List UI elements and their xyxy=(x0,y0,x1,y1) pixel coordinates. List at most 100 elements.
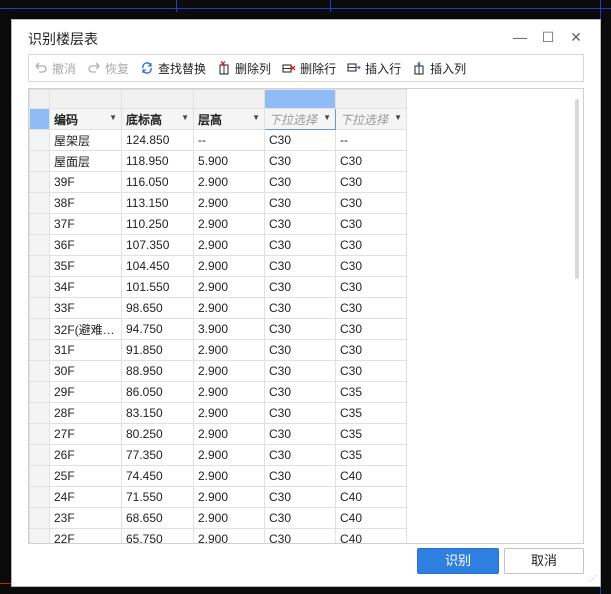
table-row[interactable]: 24F 71.550 2.900 C30 C40 xyxy=(29,486,407,508)
table-cell[interactable]: 5.900 xyxy=(193,150,265,172)
table-cell[interactable]: 2.900 xyxy=(193,528,265,543)
table-cell[interactable]: 2.900 xyxy=(193,192,265,214)
undo-button[interactable]: 撤消 xyxy=(33,60,76,77)
table-cell[interactable]: C30 xyxy=(335,171,407,193)
table-cell[interactable]: 83.150 xyxy=(121,402,194,424)
table-cell[interactable]: C40 xyxy=(335,507,407,529)
table-row[interactable]: 30F 88.950 2.900 C30 C30 xyxy=(29,360,407,382)
table-cell[interactable]: 107.350 xyxy=(121,234,194,256)
table-cell[interactable]: 28F xyxy=(49,402,122,424)
table-cell[interactable]: 2.900 xyxy=(193,297,265,319)
row-selector[interactable] xyxy=(29,150,50,172)
table-cell[interactable]: 80.250 xyxy=(121,423,194,445)
table-cell[interactable]: 25F xyxy=(49,465,122,487)
row-selector[interactable] xyxy=(29,507,50,529)
recognize-button[interactable]: 识别 xyxy=(417,548,499,574)
table-cell[interactable]: C40 xyxy=(335,528,407,543)
table-cell[interactable]: 91.850 xyxy=(121,339,194,361)
table-cell[interactable]: 94.750 xyxy=(121,318,194,340)
table-row[interactable]: 31F 91.850 2.900 C30 C30 xyxy=(29,339,407,361)
table-cell[interactable]: 33F xyxy=(49,297,122,319)
column-selector[interactable] xyxy=(193,89,265,109)
header-dropdown-select[interactable]: 下拉选择 ▼ xyxy=(264,108,336,130)
table-cell[interactable]: 22F xyxy=(49,528,122,543)
redo-button[interactable]: 恢复 xyxy=(86,60,129,77)
table-cell[interactable]: 屋面层 xyxy=(49,150,122,172)
row-selector[interactable] xyxy=(29,465,50,487)
table-cell[interactable]: 68.650 xyxy=(121,507,194,529)
table-cell[interactable]: 2.900 xyxy=(193,171,265,193)
table-cell[interactable]: 74.450 xyxy=(121,465,194,487)
table-cell[interactable]: C30 xyxy=(264,528,336,543)
table-cell[interactable]: C30 xyxy=(335,276,407,298)
table-cell[interactable]: C30 xyxy=(264,465,336,487)
header-dropdown-select[interactable]: 下拉选择 ▼ xyxy=(335,108,407,130)
table-cell[interactable]: 2.900 xyxy=(193,507,265,529)
column-selector-selected[interactable] xyxy=(264,89,336,109)
table-cell[interactable]: -- xyxy=(335,129,407,151)
table-row[interactable]: 23F 68.650 2.900 C30 C40 xyxy=(29,507,407,529)
column-selector[interactable] xyxy=(335,89,407,109)
table-cell[interactable]: C40 xyxy=(335,486,407,508)
table-row[interactable]: 屋架层 124.850 -- C30 -- xyxy=(29,129,407,151)
table-cell[interactable]: C40 xyxy=(335,465,407,487)
row-selector[interactable] xyxy=(29,360,50,382)
table-cell[interactable]: 86.050 xyxy=(121,381,194,403)
table-cell[interactable]: 118.950 xyxy=(121,150,194,172)
row-selector-selected[interactable] xyxy=(29,108,50,130)
table-cell[interactable]: 88.950 xyxy=(121,360,194,382)
insert-column-button[interactable]: 插入列 xyxy=(411,60,466,77)
table-cell[interactable]: 2.900 xyxy=(193,339,265,361)
table-cell[interactable]: 30F xyxy=(49,360,122,382)
row-selector[interactable] xyxy=(29,444,50,466)
row-selector[interactable] xyxy=(29,318,50,340)
table-cell[interactable]: C35 xyxy=(335,423,407,445)
table-row[interactable]: 32F(避难… 94.750 3.900 C30 C30 xyxy=(29,318,407,340)
table-cell[interactable]: 2.900 xyxy=(193,255,265,277)
row-selector[interactable] xyxy=(29,339,50,361)
table-cell[interactable]: 2.900 xyxy=(193,360,265,382)
table-cell[interactable]: C35 xyxy=(335,444,407,466)
dropdown-arrow-icon[interactable]: ▼ xyxy=(252,113,260,122)
table-cell[interactable]: 29F xyxy=(49,381,122,403)
minimize-button[interactable]: — xyxy=(510,27,530,47)
header-floor-height[interactable]: 层高 ▼ xyxy=(193,108,265,130)
row-selector[interactable] xyxy=(29,129,50,151)
table-cell[interactable]: 71.550 xyxy=(121,486,194,508)
row-selector[interactable] xyxy=(29,213,50,235)
table-row[interactable]: 39F 116.050 2.900 C30 C30 xyxy=(29,171,407,193)
row-selector[interactable] xyxy=(29,297,50,319)
table-cell[interactable]: C30 xyxy=(264,234,336,256)
table-cell[interactable]: 23F xyxy=(49,507,122,529)
table-cell[interactable]: 2.900 xyxy=(193,276,265,298)
table-cell[interactable]: 2.900 xyxy=(193,423,265,445)
table-cell[interactable]: 101.550 xyxy=(121,276,194,298)
table-row[interactable]: 27F 80.250 2.900 C30 C35 xyxy=(29,423,407,445)
table-cell[interactable]: 113.150 xyxy=(121,192,194,214)
table-cell[interactable]: 31F xyxy=(49,339,122,361)
table-cell[interactable]: 124.850 xyxy=(121,129,194,151)
row-selector[interactable] xyxy=(29,192,50,214)
table-cell[interactable]: C30 xyxy=(335,339,407,361)
row-selector[interactable] xyxy=(29,234,50,256)
table-cell[interactable]: 26F xyxy=(49,444,122,466)
table-cell[interactable]: 2.900 xyxy=(193,234,265,256)
table-cell[interactable]: 32F(避难… xyxy=(49,318,122,340)
table-cell[interactable]: 35F xyxy=(49,255,122,277)
table-cell[interactable]: 24F xyxy=(49,486,122,508)
table-cell[interactable]: C35 xyxy=(335,381,407,403)
table-cell[interactable]: 38F xyxy=(49,192,122,214)
row-selector[interactable] xyxy=(29,381,50,403)
table-cell[interactable]: 116.050 xyxy=(121,171,194,193)
row-selector[interactable] xyxy=(29,171,50,193)
table-row[interactable]: 25F 74.450 2.900 C30 C40 xyxy=(29,465,407,487)
table-cell[interactable]: C30 xyxy=(264,171,336,193)
table-cell[interactable]: C30 xyxy=(264,423,336,445)
column-selector[interactable] xyxy=(49,89,122,109)
table-cell[interactable]: C30 xyxy=(264,129,336,151)
table-cell[interactable]: 37F xyxy=(49,213,122,235)
row-selector[interactable] xyxy=(29,402,50,424)
table-cell[interactable]: 36F xyxy=(49,234,122,256)
table-cell[interactable]: C30 xyxy=(264,381,336,403)
find-replace-button[interactable]: 查找替换 xyxy=(139,60,206,77)
